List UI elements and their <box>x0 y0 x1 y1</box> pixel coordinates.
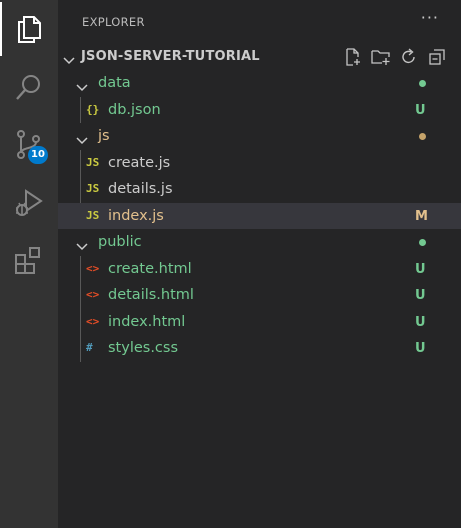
git-status-dot <box>419 239 426 246</box>
tree-file-row[interactable]: JS details.js <box>58 176 461 203</box>
search-activity-button[interactable] <box>0 60 58 114</box>
git-status-badge: U <box>415 288 426 303</box>
git-status-badge: U <box>415 314 426 330</box>
html-file-icon: <> <box>86 261 100 275</box>
scm-changes-badge: 10 <box>28 146 48 164</box>
search-icon <box>14 72 44 102</box>
activity-bar: 10 <box>0 0 58 528</box>
folder-label: public <box>98 234 142 250</box>
json-file-icon: {} <box>86 102 100 116</box>
git-status-badge: M <box>415 208 428 224</box>
folder-label: js <box>98 128 110 144</box>
git-status-dot <box>419 80 426 87</box>
explorer-sidebar: EXPLORER ··· JSON-SERVER-TUTORIAL data {… <box>58 0 461 528</box>
git-status-badge: U <box>415 341 426 356</box>
more-actions-button[interactable]: ··· <box>421 8 439 27</box>
js-file-icon: JS <box>86 208 100 222</box>
explorer-title: EXPLORER <box>82 15 145 29</box>
tree-file-row[interactable]: # styles.css U <box>58 335 461 362</box>
chevron-down-icon <box>76 131 88 150</box>
run-debug-icon <box>13 187 45 219</box>
js-file-icon: JS <box>86 155 100 169</box>
file-label: create.js <box>108 154 171 171</box>
tree-folder-js[interactable]: js <box>58 123 461 150</box>
file-label: details.html <box>108 287 194 303</box>
new-file-icon[interactable] <box>343 47 363 67</box>
active-indicator <box>0 2 2 56</box>
tree-file-row[interactable]: JS index.js M <box>58 202 461 229</box>
git-status-badge: U <box>415 102 426 118</box>
js-file-icon: JS <box>86 182 100 195</box>
file-label: details.js <box>108 181 173 197</box>
git-status-badge: U <box>415 261 426 277</box>
chevron-down-icon <box>63 51 75 70</box>
file-label: db.json <box>108 101 161 118</box>
tree-folder-public[interactable]: public <box>58 229 461 256</box>
sidebar-header: EXPLORER ··· <box>58 0 461 44</box>
file-label: index.html <box>108 313 186 330</box>
new-folder-icon[interactable] <box>371 47 391 67</box>
tree-file-row[interactable]: <> create.html U <box>58 256 461 283</box>
refresh-icon[interactable] <box>399 47 419 67</box>
files-icon <box>15 14 43 44</box>
tree-file-row[interactable]: <> index.html U <box>58 309 461 336</box>
run-debug-activity-button[interactable] <box>0 176 58 230</box>
file-label: index.js <box>108 207 164 224</box>
chevron-down-icon <box>76 237 88 256</box>
source-control-activity-button[interactable] <box>0 118 58 172</box>
folder-label: data <box>98 75 131 91</box>
extensions-icon <box>13 245 45 277</box>
section-actions <box>343 47 447 67</box>
project-section-header[interactable]: JSON-SERVER-TUTORIAL <box>58 44 461 70</box>
tree-file-row[interactable]: JS create.js <box>58 150 461 177</box>
extensions-activity-button[interactable] <box>0 234 58 288</box>
html-file-icon: <> <box>86 314 100 328</box>
file-label: styles.css <box>108 340 179 356</box>
tree-file-row[interactable]: <> details.html U <box>58 282 461 309</box>
css-file-icon: # <box>86 341 93 354</box>
explorer-activity-button[interactable] <box>0 2 58 56</box>
tree-file-row[interactable]: {} db.json U <box>58 97 461 124</box>
html-file-icon: <> <box>86 288 100 301</box>
git-status-dot <box>419 133 426 140</box>
chevron-down-icon <box>76 78 88 97</box>
tree-folder-data[interactable]: data <box>58 70 461 97</box>
file-label: create.html <box>108 260 192 277</box>
project-name: JSON-SERVER-TUTORIAL <box>81 49 260 64</box>
collapse-all-icon[interactable] <box>427 47 447 67</box>
